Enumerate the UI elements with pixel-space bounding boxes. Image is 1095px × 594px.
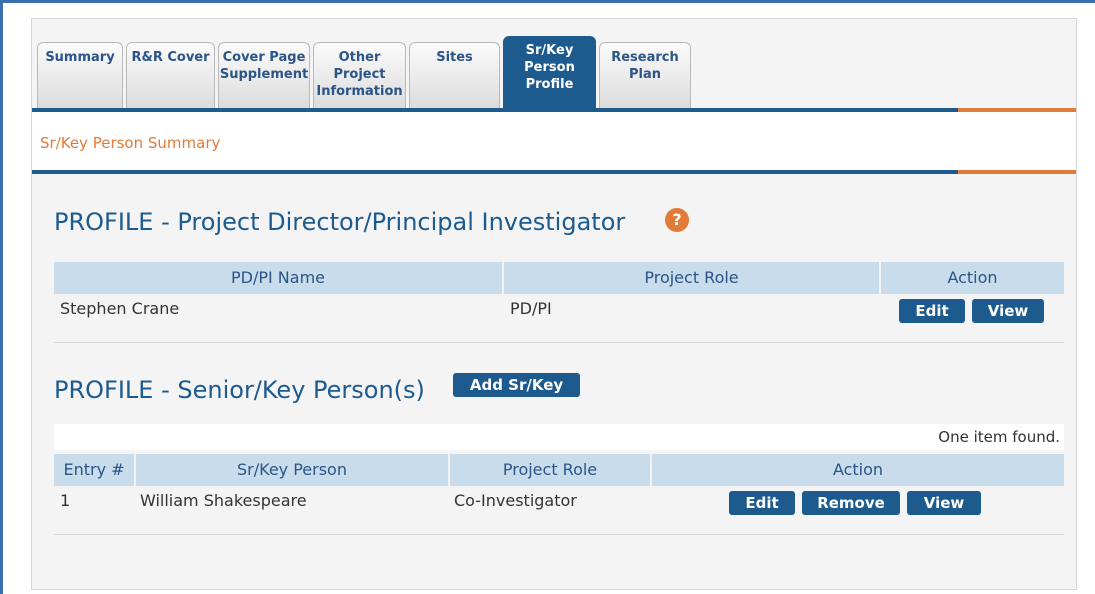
senior-divider [54, 534, 1064, 535]
senior-header-person: Sr/Key Person [136, 454, 448, 486]
senior-header-action: Action [652, 454, 1064, 486]
senior-view-button[interactable]: View [907, 491, 981, 515]
senior-role-cell: Co-Investigator [454, 491, 577, 510]
pdpi-divider [54, 342, 1064, 343]
tab-research-plan[interactable]: Research Plan [599, 42, 691, 108]
senior-edit-button[interactable]: Edit [729, 491, 795, 515]
senior-person-cell: William Shakespeare [140, 491, 307, 510]
senior-remove-button[interactable]: Remove [802, 491, 900, 515]
pdpi-section-title: PROFILE - Project Director/Principal Inv… [54, 208, 626, 236]
senior-header-entry: Entry # [54, 454, 134, 486]
question-icon[interactable]: ? [665, 208, 689, 232]
tab-sr-key-person-profile[interactable]: Sr/Key Person Profile [503, 36, 596, 108]
tab-label: Sites [436, 50, 473, 65]
senior-entry-cell: 1 [60, 491, 71, 510]
tab-label: R&R Cover [131, 50, 210, 65]
tab-cover-page-supplement[interactable]: Cover Page Supplement [218, 42, 310, 108]
tab-other-project-information[interactable]: Other Project Information [313, 42, 406, 108]
tab-summary[interactable]: Summary [37, 42, 123, 108]
pdpi-edit-button[interactable]: Edit [899, 299, 965, 323]
tab-label: Other Project Information [316, 50, 403, 99]
tab-sites[interactable]: Sites [409, 42, 500, 108]
results-count: One item found. [54, 424, 1064, 450]
pdpi-view-button[interactable]: View [972, 299, 1044, 323]
tab-label: Summary [45, 50, 115, 65]
subheader-underline-orange [958, 170, 1076, 174]
tab-label: Sr/Key Person Profile [524, 43, 575, 92]
pdpi-header-name: PD/PI Name [54, 262, 502, 294]
tab-rr-cover[interactable]: R&R Cover [126, 42, 215, 108]
add-sr-key-button[interactable]: Add Sr/Key [453, 373, 580, 397]
pdpi-header-role: Project Role [504, 262, 879, 294]
subheader-label: Sr/Key Person Summary [40, 134, 221, 152]
pdpi-name-cell: Stephen Crane [60, 299, 180, 318]
pdpi-header-action: Action [881, 262, 1064, 294]
pdpi-role-cell: PD/PI [510, 299, 552, 318]
subheader-bar: Sr/Key Person Summary [32, 112, 1076, 170]
senior-section-title: PROFILE - Senior/Key Person(s) [54, 376, 425, 404]
tab-label: Cover Page Supplement [219, 50, 309, 82]
senior-header-role: Project Role [450, 454, 650, 486]
tab-label: Research Plan [611, 50, 679, 82]
subheader-underline-blue [32, 170, 958, 174]
